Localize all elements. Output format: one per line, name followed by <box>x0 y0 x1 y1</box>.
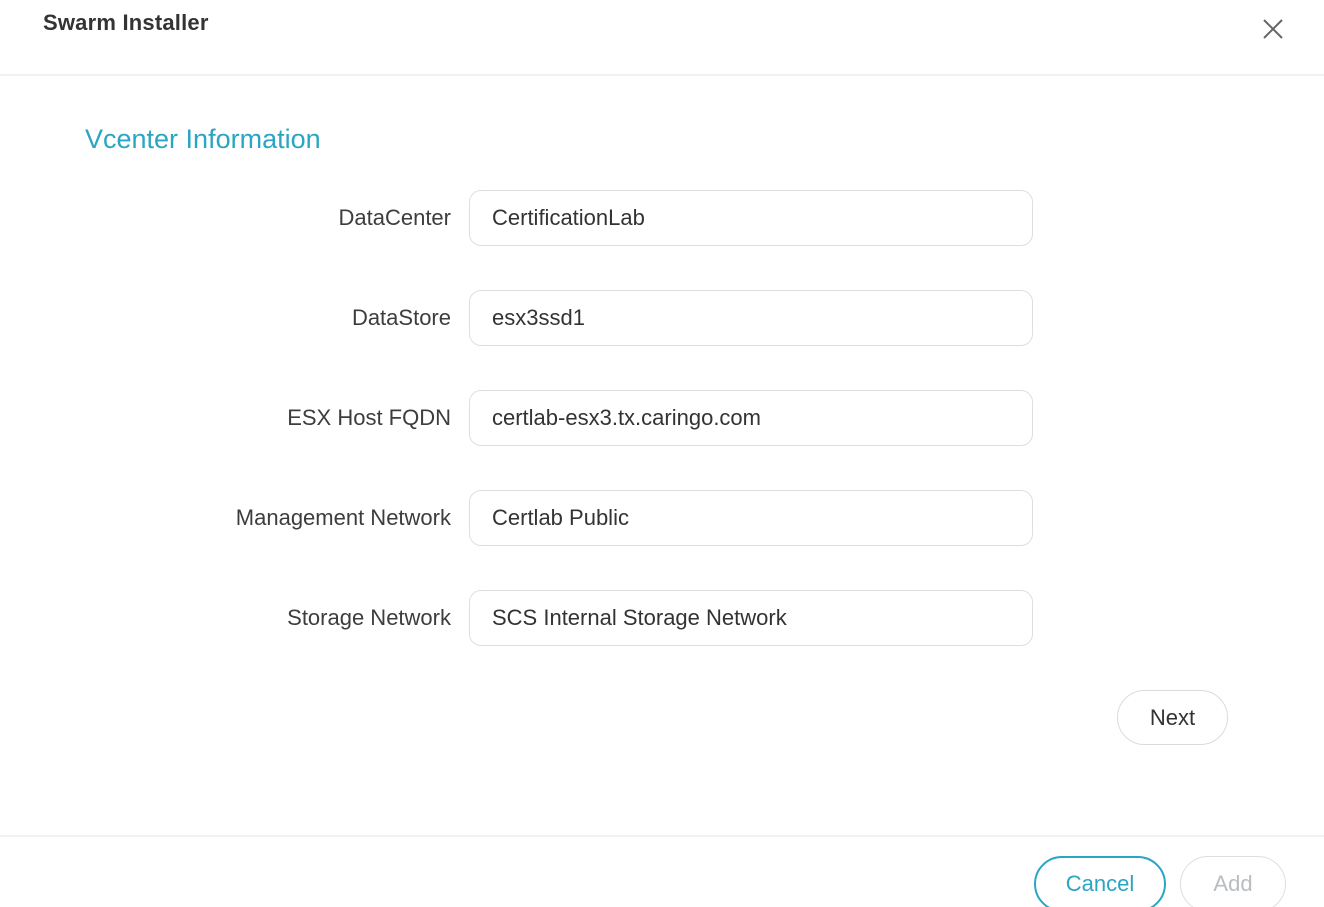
dialog-title: Swarm Installer <box>43 10 209 35</box>
footer-divider <box>0 835 1324 837</box>
swarm-installer-dialog: Swarm Installer Vcenter Information Data… <box>0 0 1324 907</box>
storage-network-row: Storage Network <box>0 590 1324 646</box>
next-button[interactable]: Next <box>1117 690 1228 745</box>
management-network-row: Management Network <box>0 490 1324 546</box>
datacenter-label: DataCenter <box>338 205 451 230</box>
datacenter-row: DataCenter <box>0 190 1324 246</box>
cancel-button[interactable]: Cancel <box>1034 856 1166 907</box>
management-network-label: Management Network <box>235 505 451 530</box>
dialog-header: Swarm Installer <box>0 0 1324 76</box>
esx-host-fqdn-row: ESX Host FQDN <box>0 390 1324 446</box>
add-button[interactable]: Add <box>1180 856 1286 907</box>
datastore-label: DataStore <box>351 305 451 330</box>
datastore-input[interactable] <box>469 290 1033 346</box>
management-network-input[interactable] <box>469 490 1033 546</box>
storage-network-input[interactable] <box>469 590 1033 646</box>
datacenter-input[interactable] <box>469 190 1033 246</box>
storage-network-label: Storage Network <box>287 605 451 630</box>
datastore-row: DataStore <box>0 290 1324 346</box>
section-title: Vcenter Information <box>85 124 321 154</box>
esx-host-fqdn-label: ESX Host FQDN <box>287 405 451 430</box>
close-icon[interactable] <box>1258 14 1288 44</box>
esx-host-fqdn-input[interactable] <box>469 390 1033 446</box>
